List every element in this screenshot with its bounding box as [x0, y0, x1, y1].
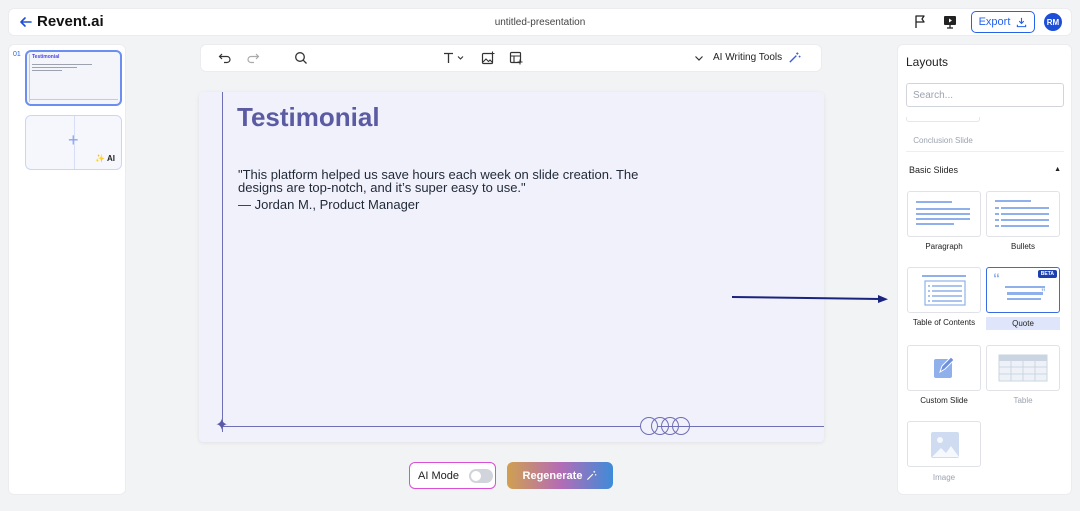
layout-label-table-of-contents: Table of Contents [912, 318, 976, 327]
star-decoration-icon: ✦ [215, 417, 229, 434]
redo-icon[interactable] [246, 51, 260, 65]
undo-icon[interactable] [218, 51, 232, 65]
slide-thumbnails-panel: 01 Testimonial + ✨ AI [8, 44, 126, 495]
layout-label-quote: Quote [986, 317, 1060, 330]
ai-writing-tools-label: AI Writing Tools [713, 52, 783, 63]
thumbnail-text-line [32, 67, 77, 68]
download-icon [1017, 17, 1027, 27]
card-line [916, 213, 970, 215]
layout-card-image[interactable] [907, 421, 981, 467]
card-line [1001, 219, 1049, 221]
card-line [1005, 286, 1045, 288]
ai-writing-tools-button[interactable]: AI Writing Tools [713, 51, 801, 64]
bullet-dot [995, 225, 999, 227]
thumbnail-border-vertical [29, 54, 30, 102]
beta-badge: BETA [1037, 270, 1057, 278]
quote-close-icon: ” [1041, 287, 1046, 297]
bullet-dot [995, 207, 999, 209]
magic-wand-icon [789, 52, 801, 63]
slide-number: 01 [13, 51, 21, 58]
ai-generate-slide[interactable]: ✨ AI [95, 154, 115, 163]
ai-label: AI [107, 154, 115, 163]
card-line [1007, 292, 1043, 295]
layout-card-table[interactable] [986, 345, 1060, 391]
export-label: Export [978, 16, 1011, 28]
ai-mode-label: AI Mode [418, 469, 459, 482]
layout-card-table-of-contents[interactable] [907, 267, 981, 313]
bullet-dot [995, 219, 999, 221]
slide-border-vertical [222, 92, 223, 432]
slide-quote-text[interactable]: "This platform helped us save hours each… [238, 168, 668, 194]
slide-border-horizontal [222, 426, 824, 427]
card-line [916, 208, 970, 210]
layouts-title: Layouts [906, 55, 949, 69]
ai-mode-toggle[interactable]: AI Mode [409, 462, 496, 489]
toggle-switch[interactable] [468, 468, 493, 483]
slide-thumbnail-1[interactable]: Testimonial [25, 50, 122, 106]
toc-list-icon [924, 280, 966, 306]
add-image-icon[interactable] [481, 51, 495, 65]
layout-label-table: Table [1013, 396, 1033, 405]
card-line [916, 223, 954, 225]
chevron-down-icon[interactable] [694, 51, 704, 65]
table-grid-icon [998, 354, 1048, 382]
export-button[interactable]: Export [971, 11, 1035, 33]
flag-icon[interactable] [912, 14, 928, 30]
add-table-icon[interactable] [509, 51, 523, 65]
text-style-icon[interactable] [442, 51, 466, 65]
edit-pencil-icon [934, 356, 955, 378]
layout-label-conclusion: Conclusion Slide [913, 136, 973, 145]
card-line [995, 200, 1031, 202]
layout-label-paragraph: Paragraph [925, 242, 963, 251]
user-avatar[interactable]: RM [1044, 13, 1062, 31]
card-line [1001, 213, 1049, 215]
sparkle-icon: ✨ [95, 154, 106, 163]
magic-wand-icon [587, 470, 597, 481]
layouts-search-input[interactable] [906, 83, 1064, 107]
search-icon[interactable] [294, 51, 308, 65]
plus-icon: + [68, 130, 79, 150]
layout-label-image: Image [932, 473, 956, 482]
annotation-arrow [731, 295, 888, 303]
card-line [916, 201, 952, 203]
card-line [922, 275, 966, 277]
slide-canvas[interactable]: ✦ Testimonial "This platform helped us s… [199, 92, 824, 442]
card-line [1007, 298, 1041, 300]
thumbnail-text-line [32, 64, 92, 65]
slide-quote-author[interactable]: — Jordan M., Product Manager [238, 197, 419, 212]
layout-card-conclusion[interactable] [906, 117, 980, 122]
regenerate-label: Regenerate [522, 469, 583, 482]
image-placeholder-icon [931, 432, 959, 458]
quote-open-icon: “ [993, 270, 1000, 286]
thumbnail-title: Testimonial [32, 54, 60, 60]
bullet-dot [995, 213, 999, 215]
regenerate-button[interactable]: Regenerate [507, 462, 613, 489]
thumbnail-border-horizontal [29, 99, 118, 100]
thumbnail-text-line [32, 70, 62, 71]
layout-label-custom-slide: Custom Slide [920, 396, 968, 405]
card-line [1001, 207, 1049, 209]
layout-card-quote[interactable]: BETA “ ” [986, 267, 1060, 313]
top-bar: Revent.ai untitled-presentation Export R… [8, 8, 1072, 36]
card-line [916, 218, 970, 220]
rings-decoration-icon [640, 417, 690, 435]
layout-card-bullets[interactable] [986, 191, 1060, 237]
caret-up-icon[interactable]: ▲ [1054, 166, 1061, 173]
slide-title[interactable]: Testimonial [237, 102, 380, 133]
section-header-basic-slides[interactable]: Basic Slides [909, 165, 958, 175]
add-slide-button[interactable]: + ✨ AI [25, 115, 122, 170]
editor-toolbar: AI Writing Tools [200, 44, 822, 72]
layout-label-bullets: Bullets [1010, 242, 1035, 251]
present-icon[interactable] [942, 14, 958, 30]
section-divider [906, 151, 1064, 152]
layouts-panel: Layouts Conclusion Slide Basic Slides ▲ … [897, 44, 1072, 495]
layout-card-custom-slide[interactable] [907, 345, 981, 391]
card-line [1001, 225, 1049, 227]
layout-card-paragraph[interactable] [907, 191, 981, 237]
